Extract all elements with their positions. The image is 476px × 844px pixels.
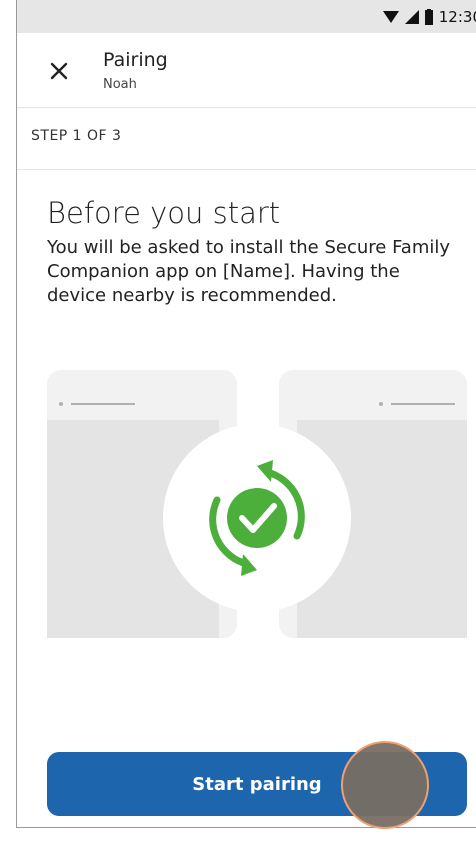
app-frame: 12:30 Pairing Noah STEP 1 OF 3 Before yo… xyxy=(16,0,476,828)
wifi-icon xyxy=(382,10,399,23)
start-pairing-button[interactable]: Start pairing xyxy=(47,752,467,816)
start-pairing-label: Start pairing xyxy=(192,773,322,795)
step-label: STEP 1 OF 3 xyxy=(31,128,122,144)
battery-icon xyxy=(424,8,433,25)
app-bar: Pairing Noah xyxy=(17,33,476,108)
page-title: Pairing xyxy=(103,49,168,71)
close-icon[interactable] xyxy=(45,57,73,85)
step-indicator: STEP 1 OF 3 xyxy=(17,108,476,170)
section-heading: Before you start xyxy=(47,196,281,230)
pairing-illustration xyxy=(47,370,467,638)
status-time: 12:30 xyxy=(438,7,476,26)
section-description: You will be asked to install the Secure … xyxy=(47,237,451,306)
page-subtitle: Noah xyxy=(103,77,137,92)
status-bar: 12:30 xyxy=(17,0,476,33)
signal-icon xyxy=(404,9,419,24)
